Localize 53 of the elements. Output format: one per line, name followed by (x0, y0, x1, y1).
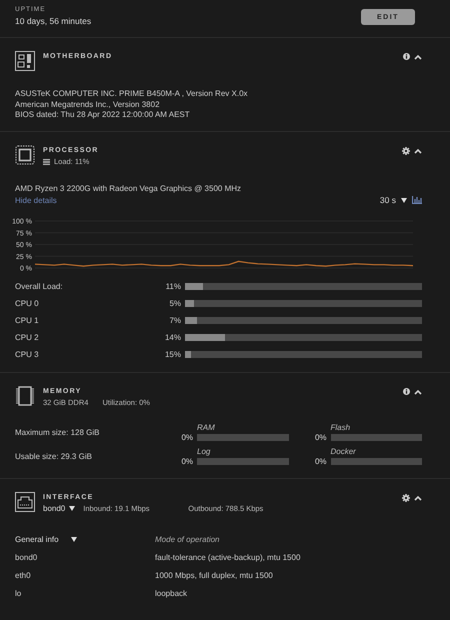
meter-reading: 0% (314, 457, 326, 466)
chevron-up-icon[interactable] (414, 495, 422, 501)
load-label: Overall Load: (15, 282, 64, 291)
info-icon[interactable] (403, 388, 410, 395)
interval-dropdown[interactable]: 30 s (380, 195, 396, 205)
meter-name: RAM (196, 423, 216, 432)
load-label: CPU 3 (15, 350, 40, 359)
motherboard-info-line: ASUSTeK COMPUTER INC. PRIME B450M-A , Version Rev X.0x (15, 89, 249, 98)
chevron-up-icon[interactable] (414, 54, 422, 60)
meter-name: Log (196, 447, 212, 456)
motherboard-icon (15, 51, 35, 71)
load-reading: 5% (168, 299, 181, 308)
interface-mode: 1000 Mbps, full duplex, mtu 1500 (155, 570, 273, 580)
chevron-up-icon[interactable] (414, 148, 422, 154)
motherboard-info-line: American Megatrends Inc., Version 3802 (15, 100, 161, 108)
view-dropdown[interactable]: General info (15, 534, 155, 544)
list-icon (43, 158, 50, 164)
meter-reading: 0% (180, 457, 193, 466)
settings-icon[interactable] (402, 147, 410, 155)
meter-reading: 0% (314, 433, 326, 442)
load-label: CPU 1 (15, 316, 40, 325)
caret-icon (401, 198, 407, 202)
uptime-value: 10 days, 56 minutes (15, 16, 92, 26)
processor-model: AMD Ryzen 3 2200G with Radeon Vega Graphics @ 3500 MHz (15, 184, 242, 193)
interface-mode: fault-tolerance (active-backup), mtu 1500 (155, 552, 300, 562)
memory-size: Maximum size: 128 GiB (15, 428, 100, 437)
chevron-up-icon[interactable] (414, 388, 422, 394)
load-reading: 11% (164, 282, 181, 291)
load-reading: 15% (164, 350, 181, 359)
settings-icon[interactable] (402, 494, 410, 502)
interface-name: lo (15, 588, 22, 598)
caret-icon (70, 536, 77, 542)
bar-chart-icon[interactable] (412, 196, 422, 204)
caret-icon (69, 506, 76, 511)
info-icon[interactable] (403, 53, 410, 60)
memory-chip-icon (15, 386, 35, 406)
load-reading: 14% (164, 333, 181, 342)
meter-reading: 0% (180, 433, 193, 442)
column-header: Mode of operation (155, 534, 220, 544)
memory-size: Usable size: 29.3 GiB (15, 452, 93, 461)
meter-name: Flash (330, 423, 352, 432)
interface-mode: loopback (155, 588, 188, 598)
motherboard-info-line: BIOS dated: Thu 28 Apr 2022 12:00:00 AM AEST (15, 110, 191, 119)
meter-name: Docker (330, 447, 357, 456)
hide-details-link[interactable]: Hide details (15, 196, 57, 204)
processor-icon (15, 145, 35, 165)
ethernet-port-icon (15, 492, 35, 512)
interface-name: bond0 (15, 552, 38, 562)
load-label: CPU 0 (15, 299, 40, 308)
interface-name: eth0 (15, 570, 31, 580)
load-reading: 7% (168, 316, 181, 325)
load-label: CPU 2 (15, 333, 40, 342)
interface-dropdown[interactable]: bond0 (43, 504, 76, 513)
